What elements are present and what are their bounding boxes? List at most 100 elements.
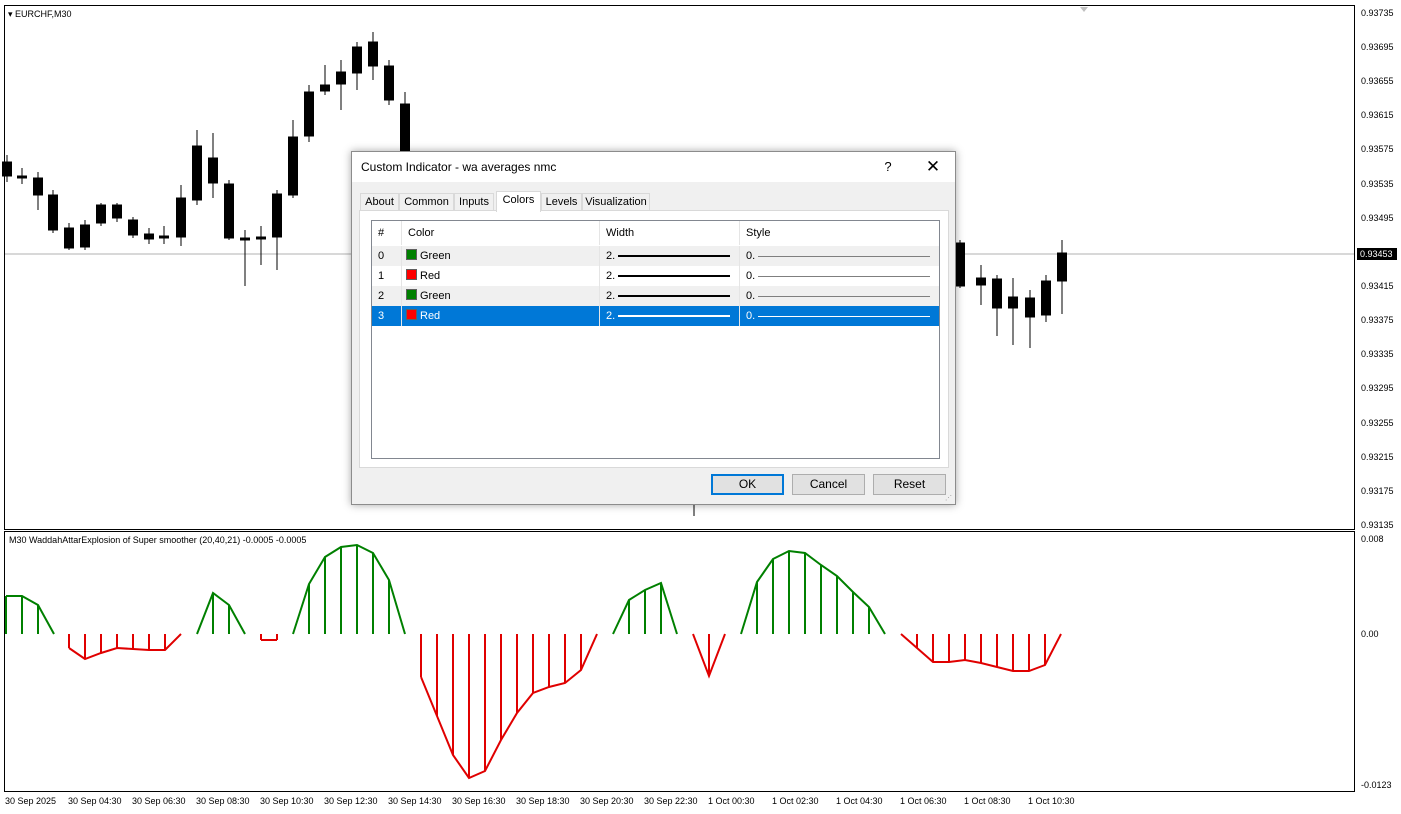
candle-body <box>336 71 346 85</box>
row-color-name: Green <box>420 250 451 262</box>
caption-arrow-icon: ▾ <box>8 9 13 19</box>
column-header-width[interactable]: Width <box>600 221 740 245</box>
time-axis-label: 30 Sep 04:30 <box>68 796 122 806</box>
price-axis-label: 0.93655 <box>1361 76 1394 86</box>
tab-levels[interactable]: Levels <box>541 193 582 211</box>
row-style-value: 0. <box>746 310 756 322</box>
tab-common[interactable]: Common <box>399 193 454 211</box>
price-axis-label: 0.93255 <box>1361 418 1394 428</box>
resize-grip-icon[interactable]: ⋰ <box>945 494 953 502</box>
price-axis-label: 0.93375 <box>1361 315 1394 325</box>
column-header-style[interactable]: Style <box>740 221 939 245</box>
color-swatch <box>406 249 417 260</box>
row-style-cell[interactable]: 0. <box>740 306 939 326</box>
time-axis-label: 30 Sep 20:30 <box>580 796 634 806</box>
reset-button[interactable]: Reset <box>873 474 946 495</box>
row-style-value: 0. <box>746 270 756 282</box>
row-style-cell[interactable]: 0. <box>740 266 939 286</box>
colors-grid[interactable]: # Color Width Style 0 Green 2. 0. 1 Red 2. 0. 2 G… <box>371 220 940 459</box>
candle-body <box>80 224 90 248</box>
indicator-line <box>6 595 55 635</box>
time-axis-label: 30 Sep 14:30 <box>388 796 442 806</box>
candle-body <box>368 41 378 67</box>
time-axis-label: 30 Sep 12:30 <box>324 796 378 806</box>
close-button[interactable]: ✕ <box>918 156 948 178</box>
time-axis-label: 30 Sep 18:30 <box>516 796 570 806</box>
row-index: 3 <box>372 306 402 326</box>
tab-visualization[interactable]: Visualization <box>582 193 650 211</box>
time-axis-label: 30 Sep 08:30 <box>196 796 250 806</box>
color-swatch <box>406 309 417 320</box>
candle-body <box>352 46 362 74</box>
time-axis-label: 1 Oct 06:30 <box>900 796 947 806</box>
time-axis-label: 1 Oct 10:30 <box>1028 796 1075 806</box>
candle-body <box>288 136 298 196</box>
row-color-name: Red <box>420 310 441 322</box>
row-color-cell[interactable]: Red <box>402 266 600 286</box>
style-line-sample <box>758 276 930 277</box>
dialog-titlebar[interactable]: Custom Indicator - wa averages nmc ? ✕ <box>352 152 955 182</box>
row-color-name: Green <box>420 290 451 302</box>
row-color-cell[interactable]: Green <box>402 246 600 266</box>
tab-about[interactable]: About <box>360 193 399 211</box>
indicator-line <box>420 633 598 780</box>
symbol-caption[interactable]: ▾ EURCHF,M30 <box>8 9 72 20</box>
row-color-cell[interactable]: Red <box>402 306 600 326</box>
row-index: 1 <box>372 266 402 286</box>
width-line-sample <box>618 275 730 277</box>
candle-body <box>33 177 43 196</box>
color-swatch <box>406 289 417 300</box>
width-line-sample <box>618 295 730 297</box>
color-row[interactable]: 2 Green 2. 0. <box>372 286 939 306</box>
row-width-cell[interactable]: 2. <box>600 266 740 286</box>
cancel-button[interactable]: Cancel <box>792 474 865 495</box>
candle-body <box>48 194 58 231</box>
row-width-value: 2. <box>606 250 616 262</box>
row-width-cell[interactable]: 2. <box>600 306 740 326</box>
candle-body <box>112 204 122 219</box>
color-row[interactable]: 0 Green 2. 0. <box>372 246 939 266</box>
dialog-title: Custom Indicator - wa averages nmc <box>361 160 557 174</box>
help-button[interactable]: ? <box>873 156 903 178</box>
row-width-cell[interactable]: 2. <box>600 286 740 306</box>
custom-indicator-dialog: Custom Indicator - wa averages nmc ? ✕ A… <box>351 151 956 505</box>
row-width-cell[interactable]: 2. <box>600 246 740 266</box>
price-axis-label: 0.93735 <box>1361 8 1394 18</box>
column-header-color[interactable]: Color <box>402 221 600 245</box>
row-index: 0 <box>372 246 402 266</box>
time-axis-label: 1 Oct 00:30 <box>708 796 755 806</box>
terminal-chart-window: ▾ EURCHF,M30 M30 WaddahAttarExplosion of… <box>0 0 1401 814</box>
column-header-index[interactable]: # <box>372 221 402 245</box>
price-axis-label: 0.93215 <box>1361 452 1394 462</box>
row-color-cell[interactable]: Green <box>402 286 600 306</box>
candle-body <box>1025 297 1035 318</box>
color-row[interactable]: 3 Red 2. 0. <box>372 306 939 326</box>
candle-body <box>1041 280 1051 316</box>
time-axis-label: 30 Sep 06:30 <box>132 796 186 806</box>
tab-colors[interactable]: Colors <box>496 191 541 212</box>
candle-body <box>1057 252 1067 282</box>
price-axis-label: 0.93695 <box>1361 42 1394 52</box>
indicator-scale-zero: 0.00 <box>1361 629 1379 639</box>
candle-body <box>240 237 250 241</box>
candle-body <box>192 145 202 201</box>
candle-body <box>96 204 106 224</box>
indicator-caption: M30 WaddahAttarExplosion of Super smooth… <box>9 535 307 545</box>
price-axis-label: 0.93495 <box>1361 213 1394 223</box>
tab-inputs[interactable]: Inputs <box>454 193 494 211</box>
symbol-caption-text: EURCHF,M30 <box>15 9 72 19</box>
candle-body <box>64 227 74 249</box>
price-axis-label: 0.93175 <box>1361 486 1394 496</box>
time-axis-label: 1 Oct 02:30 <box>772 796 819 806</box>
row-width-value: 2. <box>606 310 616 322</box>
style-line-sample <box>758 296 930 297</box>
candle-body <box>272 193 282 238</box>
candle-body <box>992 278 1002 309</box>
price-axis-label: 0.93135 <box>1361 520 1394 530</box>
style-line-sample <box>758 256 930 257</box>
candle-body <box>384 65 394 101</box>
row-style-cell[interactable]: 0. <box>740 246 939 266</box>
ok-button[interactable]: OK <box>711 474 784 495</box>
color-row[interactable]: 1 Red 2. 0. <box>372 266 939 286</box>
row-style-cell[interactable]: 0. <box>740 286 939 306</box>
